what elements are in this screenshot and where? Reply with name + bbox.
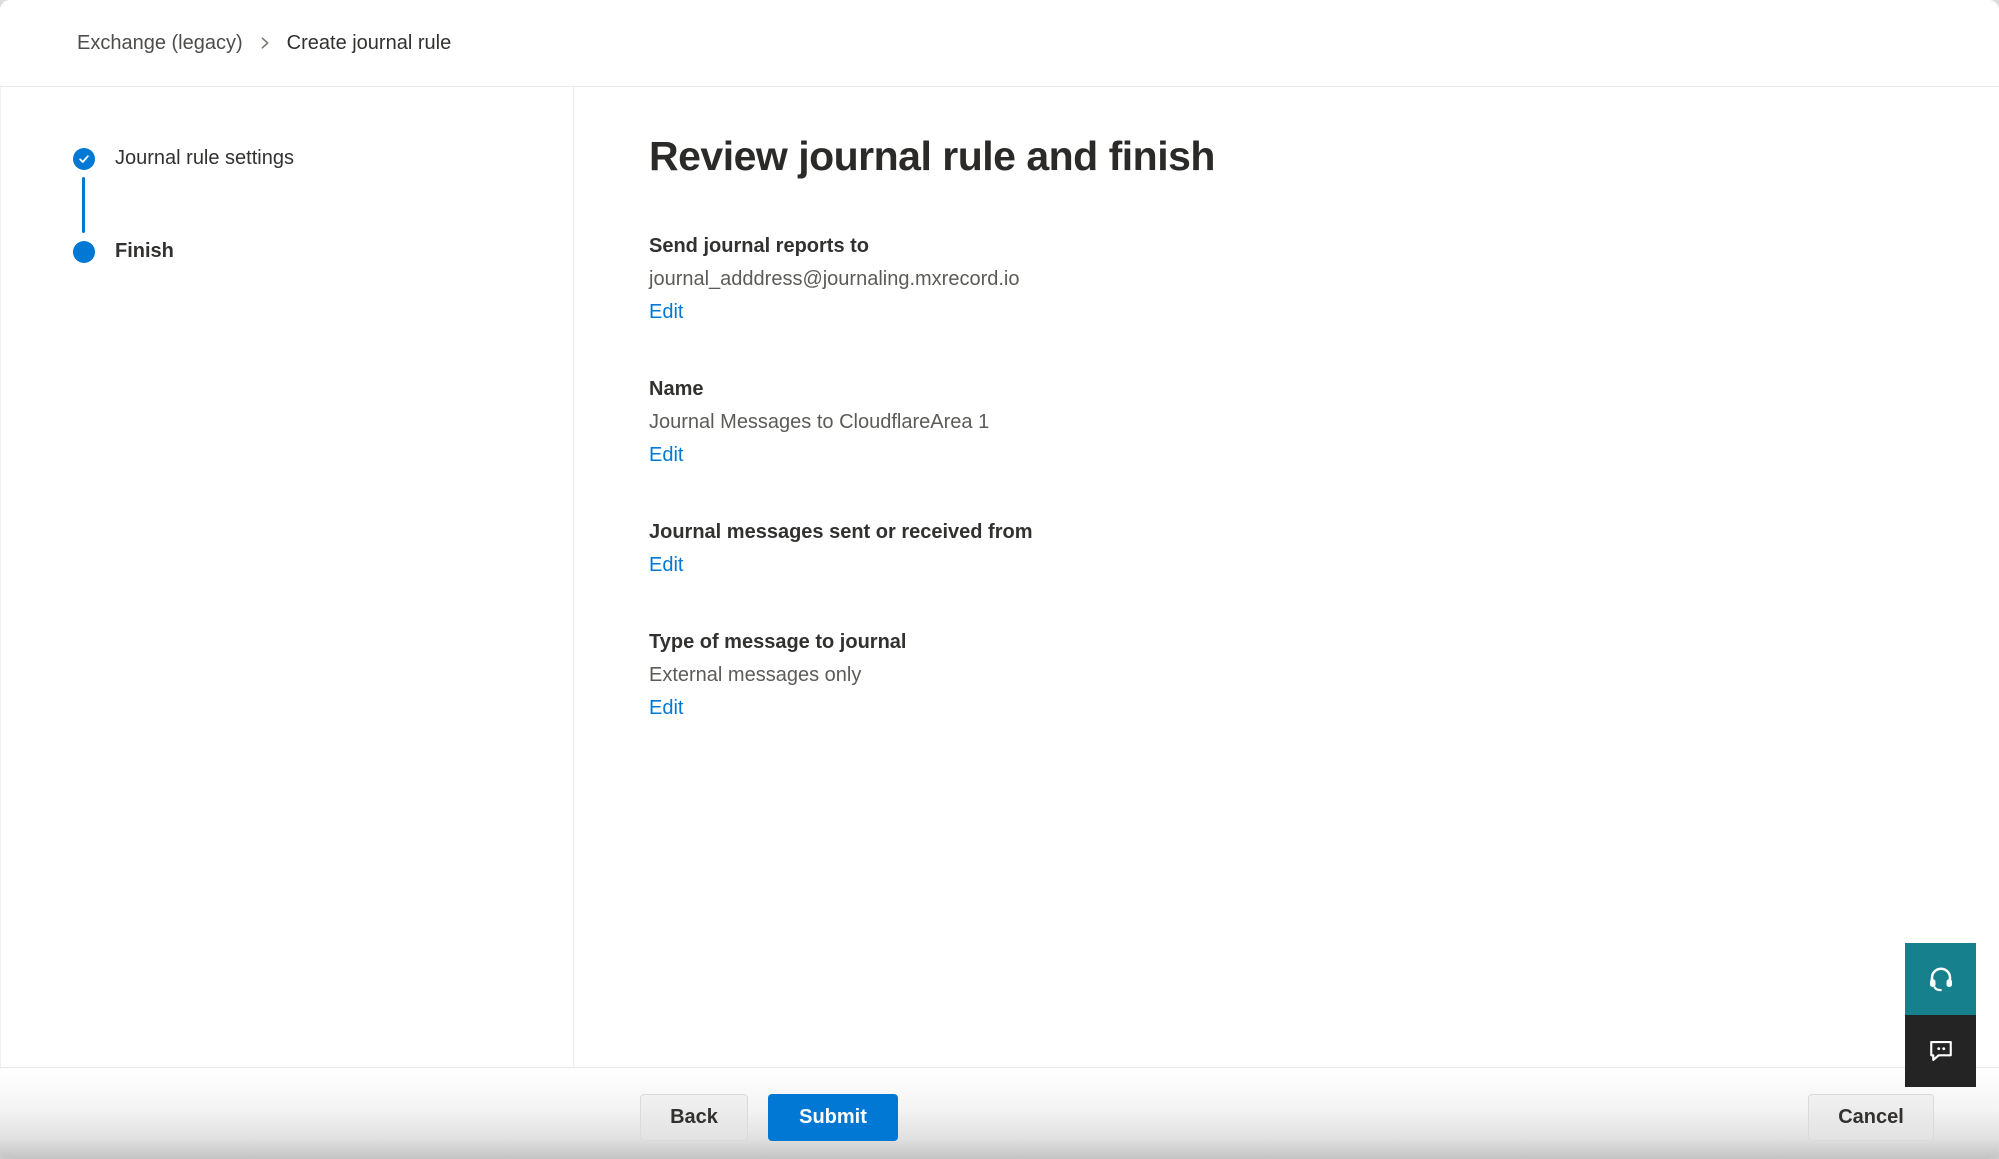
wizard-step-finish[interactable]: Finish bbox=[73, 240, 573, 263]
footer-bar: Back Submit Cancel bbox=[0, 1067, 1999, 1159]
review-section-send-reports: Send journal reports to journal_adddress… bbox=[649, 230, 1939, 329]
cancel-button[interactable]: Cancel bbox=[1808, 1094, 1934, 1141]
section-label: Send journal reports to bbox=[649, 230, 1939, 263]
back-button[interactable]: Back bbox=[640, 1094, 748, 1141]
review-content: Review journal rule and finish Send jour… bbox=[575, 87, 1999, 1067]
submit-button[interactable]: Submit bbox=[768, 1094, 898, 1141]
edit-message-type-link[interactable]: Edit bbox=[649, 692, 683, 725]
chevron-right-icon bbox=[258, 36, 272, 50]
page-title: Review journal rule and finish bbox=[649, 133, 1939, 180]
message-type-value: External messages only bbox=[649, 659, 1939, 692]
breadcrumb-link-exchange-legacy[interactable]: Exchange (legacy) bbox=[77, 32, 243, 55]
journal-report-address-value: journal_adddress@journaling.mxrecord.io bbox=[649, 263, 1939, 296]
section-label: Type of message to journal bbox=[649, 626, 1939, 659]
edit-name-link[interactable]: Edit bbox=[649, 439, 683, 472]
chat-bubble-icon bbox=[1926, 1035, 1956, 1068]
support-button[interactable] bbox=[1905, 943, 1976, 1015]
section-label: Journal messages sent or received from bbox=[649, 516, 1939, 549]
step-completed-check-icon bbox=[73, 148, 95, 170]
breadcrumb: Exchange (legacy) Create journal rule bbox=[77, 32, 451, 55]
step-current-dot-icon bbox=[73, 241, 95, 263]
breadcrumb-current-page: Create journal rule bbox=[287, 32, 452, 55]
review-section-scope: Journal messages sent or received from E… bbox=[649, 516, 1939, 582]
step-label: Finish bbox=[115, 240, 174, 263]
edit-scope-link[interactable]: Edit bbox=[649, 549, 683, 582]
step-label: Journal rule settings bbox=[115, 147, 294, 170]
section-label: Name bbox=[649, 373, 1939, 406]
feedback-button[interactable] bbox=[1905, 1015, 1976, 1087]
review-section-name: Name Journal Messages to CloudflareArea … bbox=[649, 373, 1939, 472]
breadcrumb-bar: Exchange (legacy) Create journal rule bbox=[0, 0, 1999, 87]
review-section-message-type: Type of message to journal External mess… bbox=[649, 626, 1939, 725]
wizard-steps-panel: Journal rule settings Finish bbox=[0, 87, 574, 1067]
edit-send-reports-link[interactable]: Edit bbox=[649, 296, 683, 329]
app-window: Exchange (legacy) Create journal rule Jo… bbox=[0, 0, 1999, 1159]
headset-icon bbox=[1926, 963, 1956, 996]
wizard-step-journal-rule-settings[interactable]: Journal rule settings bbox=[73, 147, 573, 170]
step-connector-line bbox=[82, 177, 85, 233]
rule-name-value: Journal Messages to CloudflareArea 1 bbox=[649, 406, 1939, 439]
